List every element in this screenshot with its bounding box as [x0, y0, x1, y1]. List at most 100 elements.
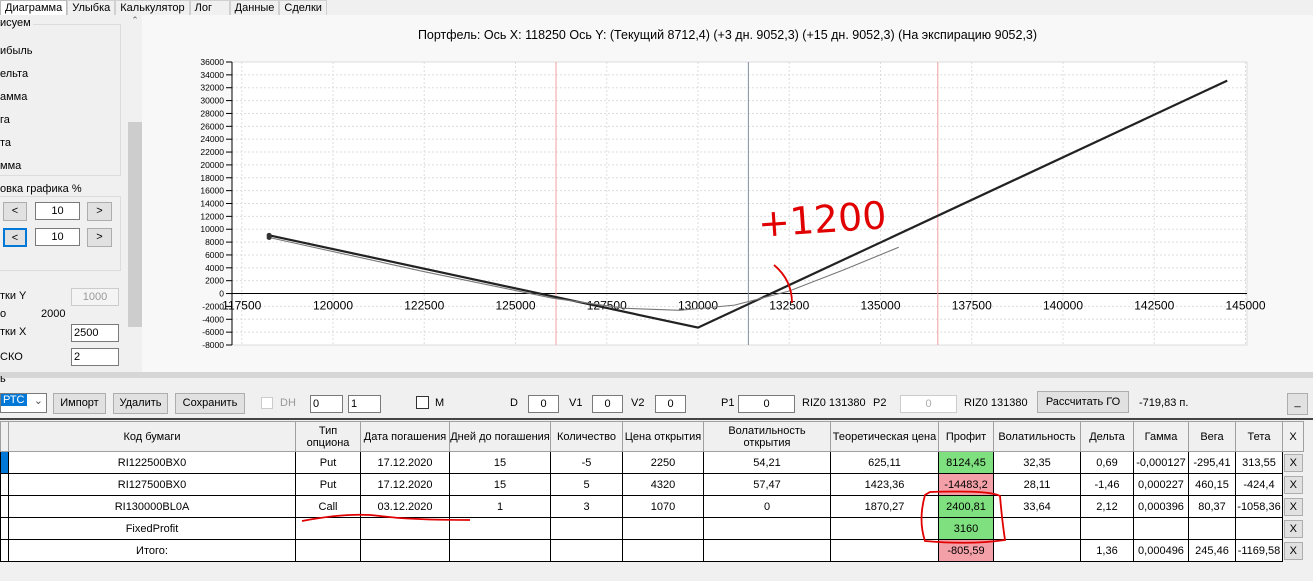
remove-row-button[interactable]: X [1284, 519, 1303, 538]
draw-items: ибыль ельта амма га та мма [0, 40, 33, 178]
draw-item-gamma[interactable]: амма [0, 86, 33, 109]
table-row[interactable]: RI122500BX0 Put 17.12.2020 15 -5 2250 54,21 625… [0, 451, 1304, 474]
table-cell [1080, 517, 1134, 540]
table-cell: 313,55 [1235, 451, 1283, 474]
column-header[interactable]: Гамма [1133, 421, 1189, 452]
column-header[interactable]: Теоретическая цена [830, 421, 939, 452]
row-selector[interactable] [0, 539, 9, 562]
table-row[interactable]: FixedProfit 3160 X [0, 517, 1304, 540]
column-header[interactable]: Тета [1235, 421, 1283, 452]
y-tick-label: 10000 [200, 224, 224, 234]
table-row[interactable]: RI130000BL0A Call 03.12.2020 1 3 1070 0 1870,27… [0, 495, 1304, 518]
table-row[interactable]: Итого: -805,59 1,36 0,000496 245,46 -1169,58 X [0, 539, 1304, 562]
y-tick-label: 4000 [205, 263, 224, 273]
table-cell: 80,37 [1188, 495, 1236, 518]
scrollbar-thumb[interactable] [128, 122, 142, 327]
shift2-next-button[interactable]: > [87, 228, 112, 247]
x-tick-label: 142500 [1134, 299, 1174, 313]
tab-data[interactable]: Данные [229, 0, 280, 15]
remove-row-button[interactable]: X [1284, 475, 1303, 494]
delete-button[interactable]: Удалить [113, 393, 168, 414]
remove-row-cell[interactable]: X [1282, 495, 1304, 518]
remove-row-button[interactable]: X [1284, 497, 1303, 516]
row-selector[interactable] [0, 517, 9, 540]
remove-row-cell[interactable]: X [1282, 451, 1304, 474]
draw-item-theta[interactable]: та [0, 132, 33, 155]
m-label: M [435, 397, 445, 409]
shift2-prev-button[interactable]: < [3, 228, 27, 247]
remove-row-button[interactable]: X [1284, 453, 1303, 472]
combo-value: РТС [1, 394, 27, 406]
minimize-button[interactable]: _ [1287, 393, 1308, 415]
column-header[interactable]: Профит [938, 421, 994, 452]
tab-diagram[interactable]: Диаграмма [0, 0, 68, 15]
v2-input[interactable]: 0 [655, 395, 686, 413]
remove-row-cell[interactable]: X [1282, 517, 1304, 540]
shift2-input[interactable]: 10 [35, 228, 80, 246]
x-tick-label: 117500 [222, 299, 261, 313]
column-header[interactable]: Тип опциона [295, 421, 361, 452]
draw-item-gamma2[interactable]: мма [0, 155, 33, 178]
scroll-up-icon[interactable]: ⌃ [128, 15, 142, 26]
table-cell: FixedProfit [8, 517, 296, 540]
table-cell: -14483,2 [938, 473, 994, 496]
column-header[interactable]: Цена открытия [622, 421, 704, 452]
table-cell [1235, 517, 1283, 540]
splitter[interactable] [0, 372, 1313, 378]
table-cell: -5 [550, 451, 623, 474]
column-header[interactable]: Волатильность открытия [703, 421, 831, 452]
tab-log[interactable]: Лог [189, 0, 230, 15]
v1-input[interactable]: 0 [592, 395, 623, 413]
calc-go-button[interactable]: Рассчитать ГО [1037, 391, 1129, 413]
shift1-next-button[interactable]: > [87, 202, 112, 221]
draw-item-profit[interactable]: ибыль [0, 40, 33, 63]
import-button[interactable]: Импорт [53, 393, 106, 414]
step-y-input[interactable]: 1000 [71, 288, 119, 306]
o-label: о [0, 308, 7, 320]
table-cell: 2,12 [1080, 495, 1134, 518]
spin1[interactable]: 0 [310, 395, 343, 413]
y-tick-label: 20000 [200, 160, 224, 170]
remove-row-button[interactable]: X [1284, 541, 1303, 560]
shift1-prev-button[interactable]: < [3, 202, 27, 221]
p1-input[interactable]: 0 [738, 395, 795, 413]
tab-deals[interactable]: Сделки [279, 0, 327, 15]
sko-input[interactable]: 2 [71, 348, 119, 366]
table-row[interactable]: RI127500BX0 Put 17.12.2020 15 5 4320 57,47 1423… [0, 473, 1304, 496]
column-header[interactable]: Количество [550, 421, 623, 452]
column-header[interactable]: Вега [1188, 421, 1236, 452]
p2-input[interactable]: 0 [900, 395, 957, 413]
row-selector[interactable] [0, 473, 9, 496]
draw-item-vega[interactable]: га [0, 109, 33, 132]
save-button[interactable]: Сохранить [175, 393, 245, 414]
column-header[interactable]: Волатильность [993, 421, 1081, 452]
column-header[interactable]: Дата погашения [360, 421, 450, 452]
table-cell [550, 517, 623, 540]
row-selector[interactable] [0, 495, 9, 518]
riz1-label: RIZ0 131380 [802, 397, 866, 409]
table-cell [449, 539, 551, 562]
table-cell [622, 539, 704, 562]
y-tick-label: 24000 [200, 134, 224, 144]
instrument-combo[interactable]: РТС ⌄ [0, 393, 47, 413]
table-cell [360, 539, 450, 562]
column-header[interactable]: Дельта [1080, 421, 1134, 452]
table-cell [550, 539, 623, 562]
tab-calculator[interactable]: Калькулятор [115, 0, 190, 15]
shift1-input[interactable]: 10 [35, 202, 80, 220]
column-header[interactable]: Код бумаги [8, 421, 296, 452]
draw-item-delta[interactable]: ельта [0, 63, 33, 86]
tab-smile[interactable]: Улыбка [67, 0, 116, 15]
y-tick-label: 18000 [200, 173, 224, 183]
table-cell: -1169,58 [1235, 539, 1283, 562]
m-checkbox[interactable] [416, 396, 429, 409]
column-header[interactable]: X [1282, 421, 1304, 452]
dh-checkbox[interactable] [261, 397, 273, 409]
d-input[interactable]: 0 [528, 395, 559, 413]
row-selector[interactable] [0, 451, 9, 474]
spin2[interactable]: 1 [348, 395, 381, 413]
remove-row-cell[interactable]: X [1282, 539, 1304, 562]
remove-row-cell[interactable]: X [1282, 473, 1304, 496]
step-x-input[interactable]: 2500 [71, 324, 119, 342]
column-header[interactable]: Дней до погашения [449, 421, 551, 452]
